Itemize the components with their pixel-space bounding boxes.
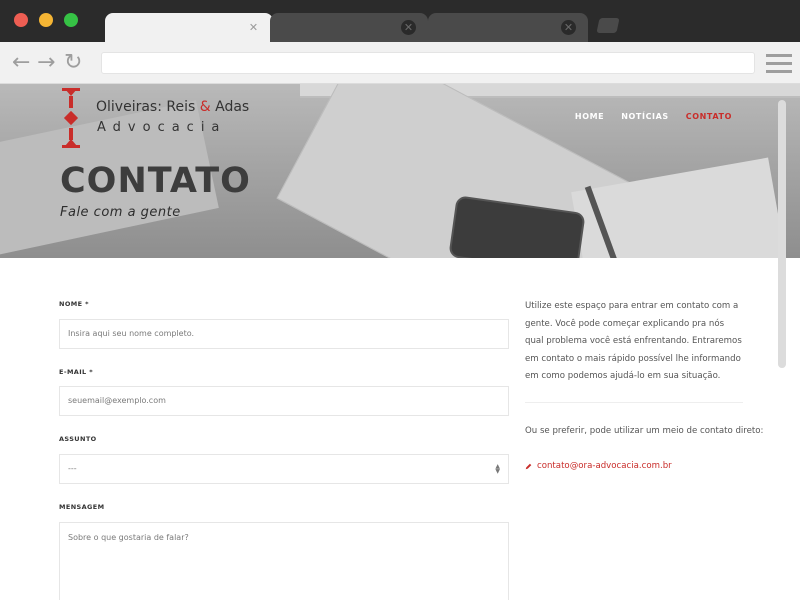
contact-intro-text: Utilize este espaço para entrar em conta… <box>525 301 742 381</box>
back-arrow-icon[interactable]: ← <box>12 50 30 76</box>
page-title: CONTATO <box>60 161 251 201</box>
browser-tab[interactable]: ✕ <box>428 13 588 42</box>
contact-email-link[interactable]: contato@ora-advocacia.com.br <box>525 461 672 471</box>
page-subtitle: Fale com a gente <box>60 205 181 220</box>
scrollbar-thumb[interactable] <box>778 100 786 368</box>
nav-link-contato[interactable]: CONTATO <box>686 112 732 121</box>
address-bar[interactable] <box>101 52 755 74</box>
subject-select-value: --- <box>68 464 77 473</box>
name-field[interactable]: Insira aqui seu nome completo. <box>59 319 509 349</box>
window-maximize-button[interactable] <box>64 13 78 27</box>
window-minimize-button[interactable] <box>39 13 53 27</box>
contact-email-text: contato@ora-advocacia.com.br <box>537 461 672 471</box>
new-tab-button[interactable] <box>596 18 620 33</box>
name-label: NOME * <box>59 300 89 308</box>
hamburger-menu-icon[interactable] <box>766 54 792 74</box>
message-label: MENSAGEM <box>59 503 105 511</box>
logo-subtitle: Advocacia <box>97 120 227 135</box>
select-updown-icon: ▲ ▼ <box>495 463 500 475</box>
email-label: E-MAIL * <box>59 368 94 376</box>
page-scrollbar[interactable] <box>778 100 786 368</box>
message-textarea[interactable]: Sobre o que gostaria de falar? <box>59 522 509 600</box>
browser-tab-active[interactable]: ✕ <box>105 13 273 42</box>
nav-link-noticias[interactable]: NOTÍCIAS <box>621 112 669 121</box>
subject-select[interactable]: --- ▲ ▼ <box>59 454 509 484</box>
reload-icon[interactable]: ↻ <box>64 50 82 76</box>
tab-close-icon[interactable]: ✕ <box>246 20 261 35</box>
forward-arrow-icon[interactable]: → <box>37 50 55 76</box>
pencil-icon <box>525 463 532 469</box>
window-close-button[interactable] <box>14 13 28 27</box>
browser-tab[interactable]: ✕ <box>270 13 428 42</box>
nav-link-home[interactable]: HOME <box>575 112 604 121</box>
subject-label: ASSUNTO <box>59 435 97 443</box>
contact-info: Utilize este espaço para entrar em conta… <box>525 298 763 471</box>
logo-name: Oliveiras: Reis & Adas <box>96 99 250 115</box>
main-nav: HOME NOTÍCIAS CONTATO <box>575 112 732 121</box>
tab-close-icon[interactable]: ✕ <box>401 20 416 35</box>
direct-contact-text: Ou se preferir, pode utilizar um meio de… <box>525 426 764 436</box>
browser-tab-strip: ✕ ✕ ✕ <box>0 0 800 42</box>
info-divider <box>525 402 743 403</box>
logo-mark-icon <box>60 88 82 148</box>
tab-close-icon[interactable]: ✕ <box>561 20 576 35</box>
browser-toolbar: ← → ↻ <box>0 42 800 84</box>
email-field[interactable]: seuemail@exemplo.com <box>59 386 509 416</box>
